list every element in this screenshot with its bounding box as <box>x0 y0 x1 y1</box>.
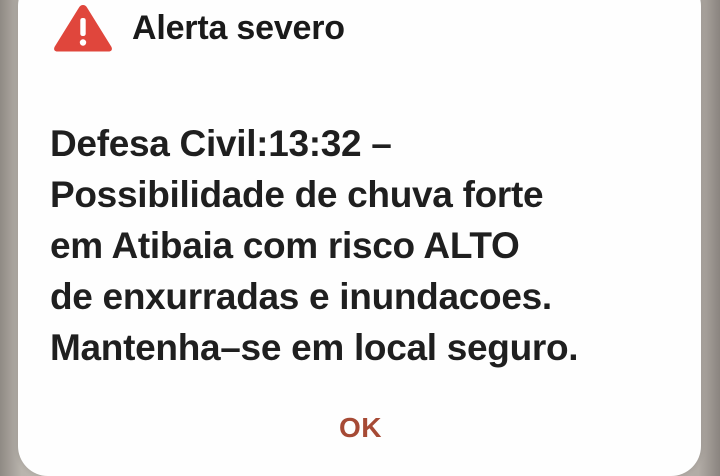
message-line: Possibilidade de chuva forte <box>50 174 544 215</box>
message-line: Defesa Civil:13:32 – <box>50 123 392 164</box>
warning-triangle-icon <box>54 5 112 52</box>
alert-message: Defesa Civil:13:32 – Possibilidade de ch… <box>50 118 670 373</box>
dialog-title: Alerta severo <box>132 8 345 47</box>
message-line: de enxurradas e inundacoes. <box>50 276 552 317</box>
ok-button[interactable]: OK <box>327 408 394 448</box>
message-line: em Atibaia com risco ALTO <box>50 225 520 266</box>
message-line: Mantenha–se em local seguro. <box>50 327 579 368</box>
dialog-header: Alerta severo <box>52 4 345 52</box>
alert-dialog: Alerta severo Defesa Civil:13:32 – Possi… <box>18 0 701 476</box>
